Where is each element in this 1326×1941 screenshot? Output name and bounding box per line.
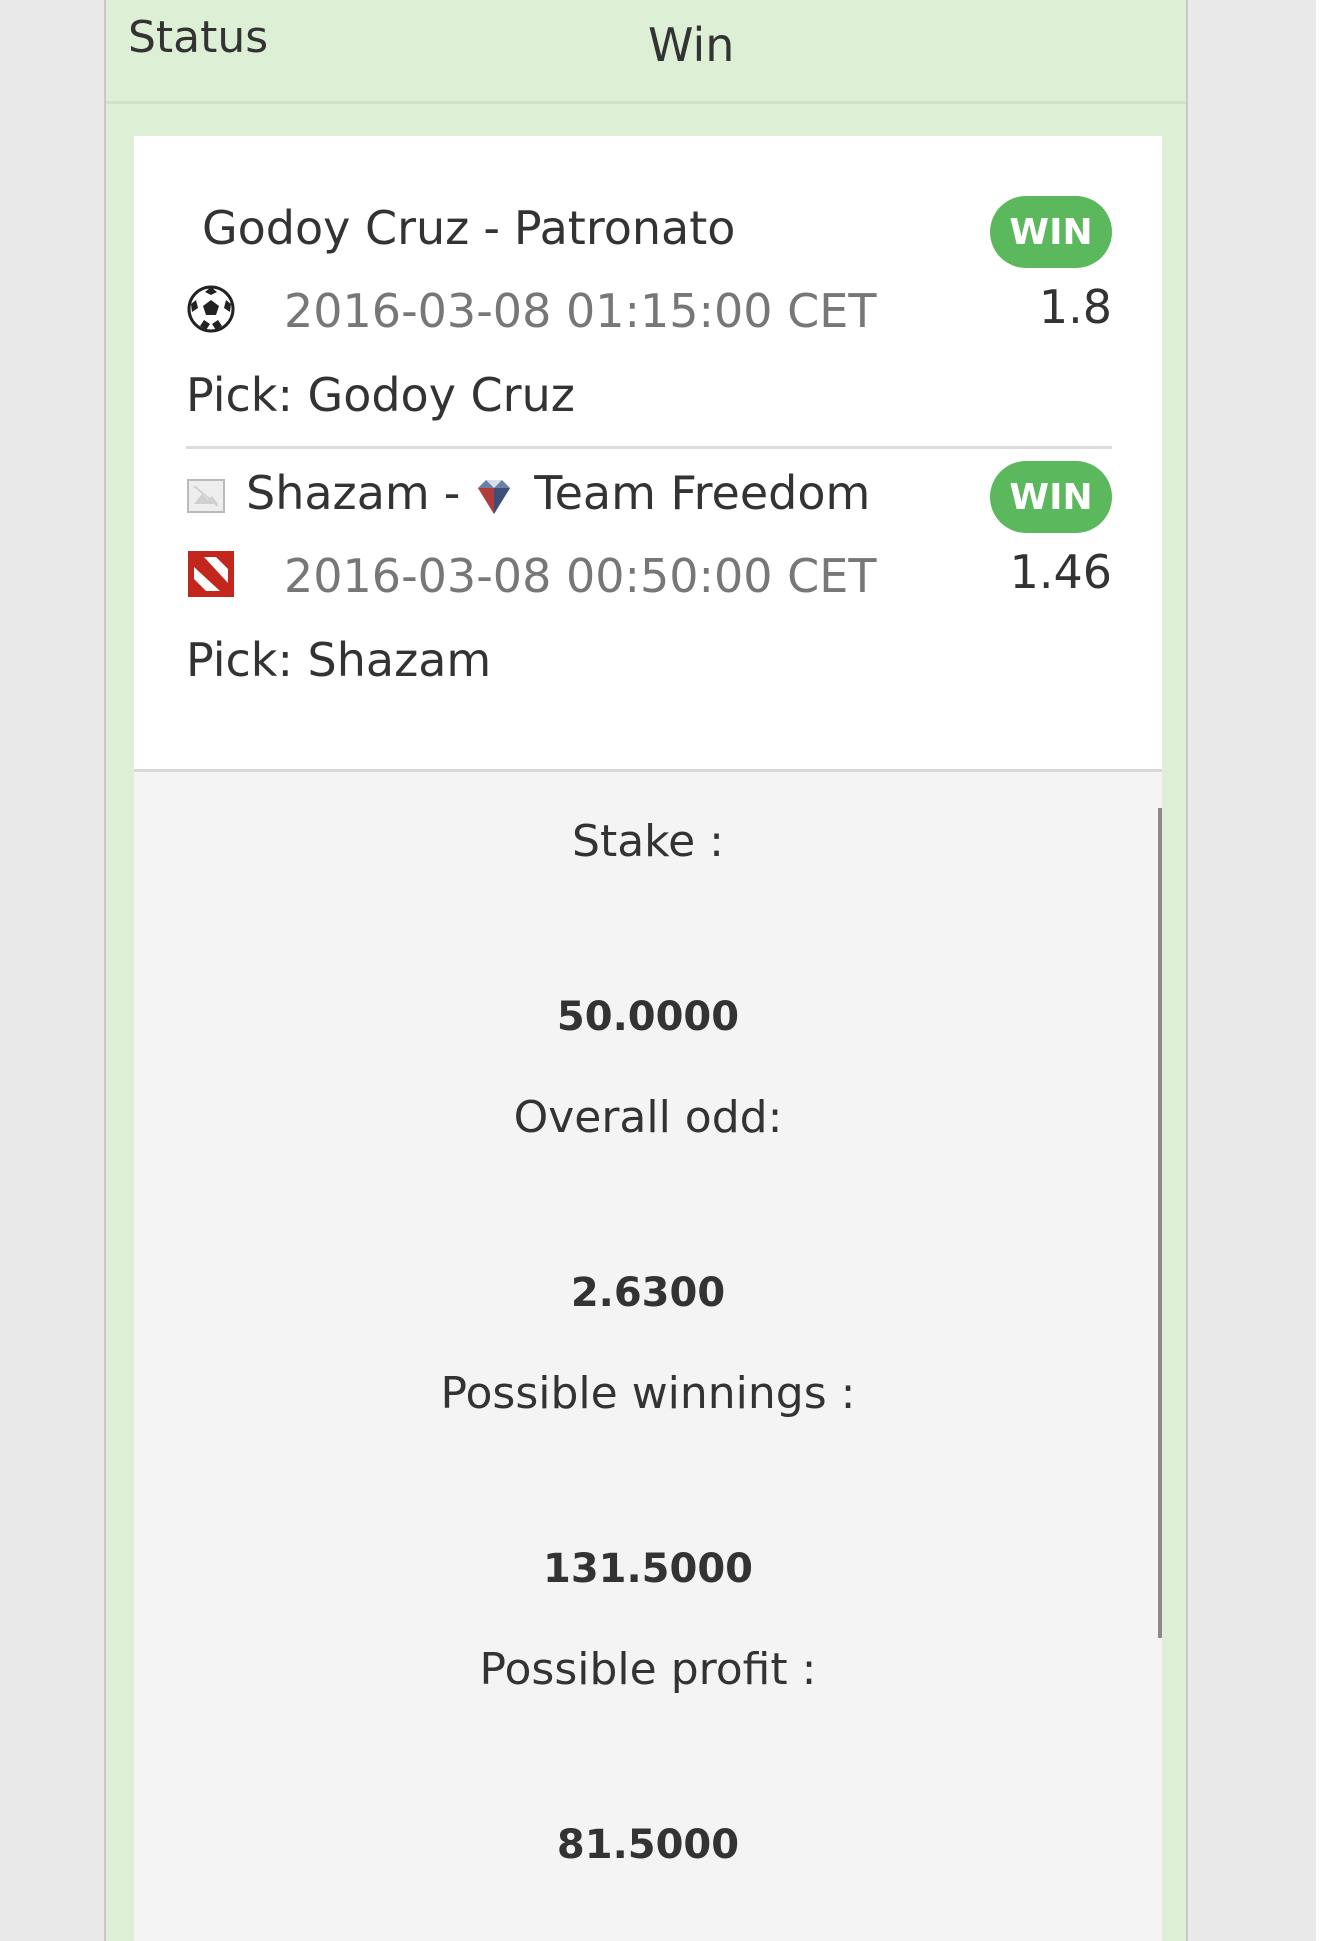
page-edge <box>1316 0 1326 1941</box>
match-teams: Shazam - Team Freedom <box>186 461 870 525</box>
pick-text: Pick: Godoy Cruz <box>186 368 575 422</box>
team-separator: - <box>443 466 461 520</box>
possible-profit-label: Possible profit : <box>479 1644 817 1695</box>
possible-winnings-value: 131.5000 <box>542 1546 754 1592</box>
scrollbar[interactable] <box>1158 808 1162 1638</box>
dota2-icon <box>186 549 236 599</box>
diamond-team-logo-icon <box>474 473 514 514</box>
stake-label: Stake : <box>572 816 724 867</box>
possible-winnings-label: Possible winnings : <box>440 1368 856 1419</box>
overall-odd-value: 2.6300 <box>570 1270 726 1316</box>
bet-summary: Stake : 50.0000 Overall odd: 2.6300 Poss… <box>134 772 1162 1941</box>
stake-value: 50.0000 <box>556 994 740 1040</box>
status-value: Win <box>648 18 735 72</box>
away-team: Team Freedom <box>534 466 871 520</box>
match-teams: Godoy Cruz - Patronato <box>202 196 735 260</box>
match-datetime: 2016-03-08 01:15:00 CET <box>284 284 877 338</box>
pick-text: Pick: Shazam <box>186 633 492 687</box>
selection-item: Godoy Cruz - Patronato 2016-03-08 01:15:… <box>186 196 1112 449</box>
bet-selections-card: Godoy Cruz - Patronato 2016-03-08 01:15:… <box>134 136 1162 772</box>
win-badge: WIN <box>990 461 1112 533</box>
overall-odd-label: Overall odd: <box>513 1092 783 1143</box>
soccer-ball-icon <box>186 284 236 334</box>
team-separator: - <box>483 201 500 255</box>
home-team: Shazam <box>246 466 430 520</box>
win-badge: WIN <box>990 196 1112 268</box>
selection-odd: 1.8 <box>1038 280 1112 334</box>
status-row: Status Win <box>106 0 1186 104</box>
bet-panel: Status Win Godoy Cruz - Patronato 2016-0… <box>104 0 1188 1941</box>
home-team: Godoy Cruz <box>202 201 470 255</box>
selection-item: Shazam - Team Freedom 2016-03-08 00:50:0… <box>186 461 1112 701</box>
match-datetime: 2016-03-08 00:50:00 CET <box>284 549 877 603</box>
possible-profit-value: 81.5000 <box>556 1822 740 1868</box>
selection-odd: 1.46 <box>1009 545 1112 599</box>
status-label: Status <box>128 12 269 63</box>
broken-image-icon <box>186 473 226 513</box>
away-team: Patronato <box>513 201 736 255</box>
